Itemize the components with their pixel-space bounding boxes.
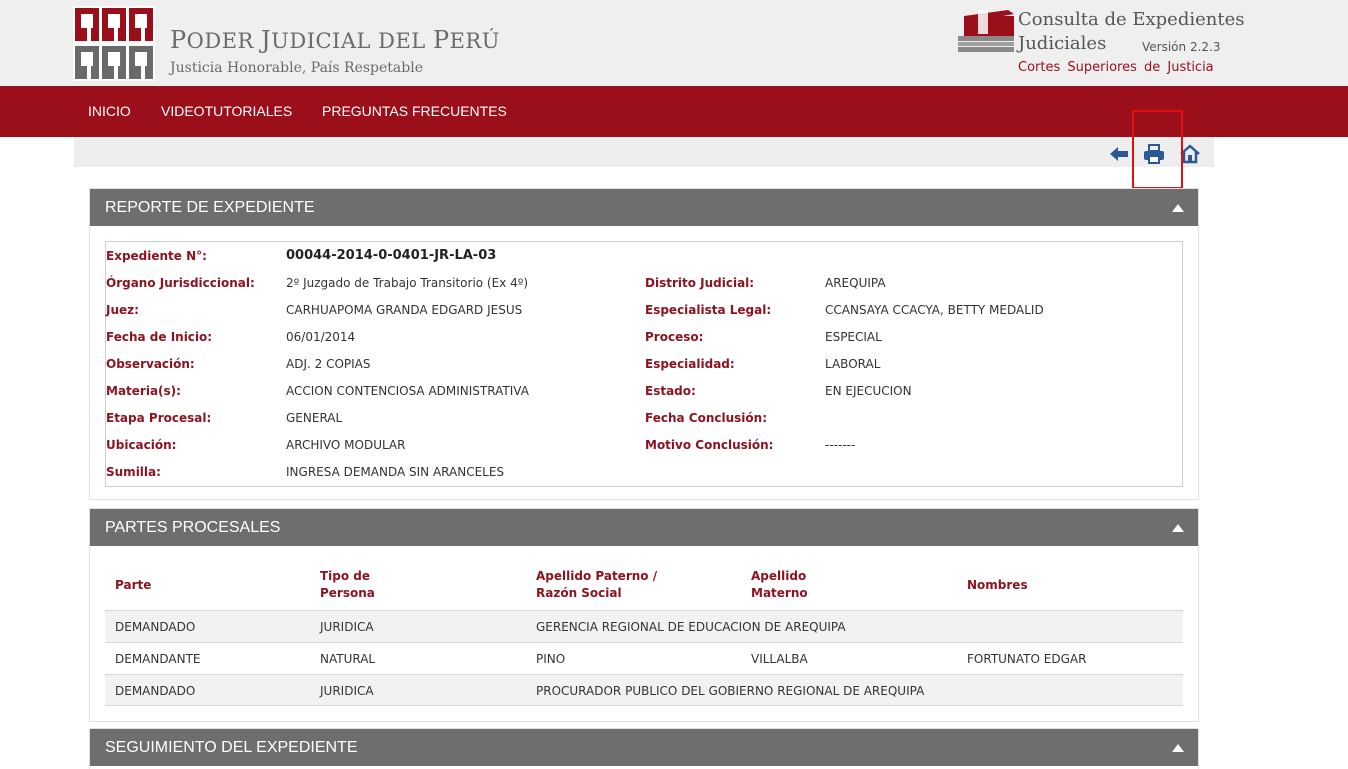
seguimiento-panel: SEGUIMIENTO DEL EXPEDIENTE [89,728,1199,769]
expediente-value: 00044-2014-0-0401-JR-LA-03 [286,248,497,263]
field-value: ACCION CONTENCIOSA ADMINISTRATIVA [286,384,529,398]
poder-judicial-logo-icon[interactable] [73,6,155,81]
col-header-nombres: Nombres [967,578,1028,592]
table-cell: DEMANDADO [115,684,196,698]
col-header-apellido-materno: Apellido Materno [751,569,808,600]
table-row: DEMANDADO JURIDICA PROCURADOR PUBLICO DE… [105,674,1183,706]
field-label: Ubicación: [106,438,177,452]
field-label: Materia(s): [106,384,181,398]
field-label: Juez: [106,303,139,317]
expediente-label: Expediente N°: [106,249,207,263]
field-label: Motivo Conclusión: [645,438,774,452]
table-cell: JURIDICA [320,684,374,698]
org-name: PODER JUDICIAL DEL PERÚ [170,26,500,54]
field-value: INGRESA DEMANDA SIN ARANCELES [286,465,505,479]
print-highlight-box [1132,110,1183,189]
nav-inicio[interactable]: INICIO [88,103,131,119]
app-version: Versión 2.2.3 [1142,40,1221,54]
field-value: 06/01/2014 [286,330,356,344]
col-header-parte: Parte [115,578,152,592]
book-logo-icon [958,10,1014,52]
site-header: PODER JUDICIAL DEL PERÚ Justicia Honorab… [0,0,1348,86]
org-tagline: Justicia Honorable, País Respetable [170,60,423,76]
field-label: Observación: [106,357,195,371]
field-label: Estado: [645,384,696,398]
field-value: ARCHIVO MODULAR [286,438,406,452]
seguimiento-panel-header[interactable]: SEGUIMIENTO DEL EXPEDIENTE [90,729,1198,766]
field-value: EN EJECUCION [825,384,912,398]
table-cell: PROCURADOR PUBLICO DEL GOBIERNO REGIONAL… [536,684,925,698]
table-cell: VILLALBA [751,652,808,666]
field-label: Especialidad: [645,357,735,371]
table-row: DEMANDADO JURIDICA GERENCIA REGIONAL DE … [105,610,1183,642]
report-details: Expediente N°: 00044-2014-0-0401-JR-LA-0… [105,241,1183,487]
field-value: CCANSAYA CCACYA, BETTY MEDALID [825,303,1044,317]
field-label: Sumilla: [106,465,161,479]
nav-preguntas-frecuentes[interactable]: PREGUNTAS FRECUENTES [322,103,507,119]
field-label: Distrito Judicial: [645,276,755,290]
partes-panel-header[interactable]: PARTES PROCESALES [90,509,1198,546]
report-panel: REPORTE DE EXPEDIENTE Expediente N°: 000… [89,188,1199,500]
table-cell: DEMANDADO [115,620,196,634]
nav-videotutoriales[interactable]: VIDEOTUTORIALES [161,103,292,119]
app-title-line2: Judiciales [1018,33,1107,54]
field-value: GENERAL [286,411,343,425]
col-header-apellido-paterno: Apellido Paterno / Razón Social [536,569,658,600]
table-cell: NATURAL [320,652,376,666]
collapse-caret-icon[interactable] [1172,524,1184,532]
action-toolbar [74,137,1214,167]
app-title: Consulta de Expedientes [1018,9,1245,30]
field-value: ADJ. 2 COPIAS [286,357,371,371]
field-value: ------- [825,438,856,452]
table-cell: DEMANDANTE [115,652,201,666]
table-cell: GERENCIA REGIONAL DE EDUCACION DE AREQUI… [536,620,846,634]
report-panel-title: REPORTE DE EXPEDIENTE [105,199,315,216]
field-value: 2º Juzgado de Trabajo Transitorio (Ex 4º… [286,276,529,290]
field-label: Órgano Jurisdiccional: [106,276,255,290]
field-label: Fecha de Inicio: [106,330,213,344]
field-value: ESPECIAL [825,330,882,344]
arrow-left-icon[interactable] [1108,143,1130,165]
field-value: LABORAL [825,357,881,371]
field-label: Fecha Conclusión: [645,411,767,425]
field-label: Proceso: [645,330,704,344]
table-cell: FORTUNATO EDGAR [967,652,1087,666]
report-panel-header[interactable]: REPORTE DE EXPEDIENTE [90,189,1198,226]
collapse-caret-icon[interactable] [1172,744,1184,752]
collapse-caret-icon[interactable] [1172,204,1184,212]
partes-panel-title: PARTES PROCESALES [105,519,281,536]
field-value: CARHUAPOMA GRANDA EDGARD JESUS [286,303,523,317]
field-label: Especialista Legal: [645,303,772,317]
table-cell: PINO [536,652,566,666]
table-row: DEMANDANTE NATURAL PINO VILLALBA FORTUNA… [105,642,1183,674]
col-header-tipo-persona: Tipo de Persona [320,569,375,600]
table-cell: JURIDICA [320,620,374,634]
app-subtitle: Cortes Superiores de Justicia [1018,60,1214,75]
seguimiento-panel-title: SEGUIMIENTO DEL EXPEDIENTE [105,739,358,756]
partes-panel: PARTES PROCESALES Parte Tipo de Persona A… [89,508,1199,722]
field-label: Etapa Procesal: [106,411,212,425]
field-value: AREQUIPA [825,276,886,290]
